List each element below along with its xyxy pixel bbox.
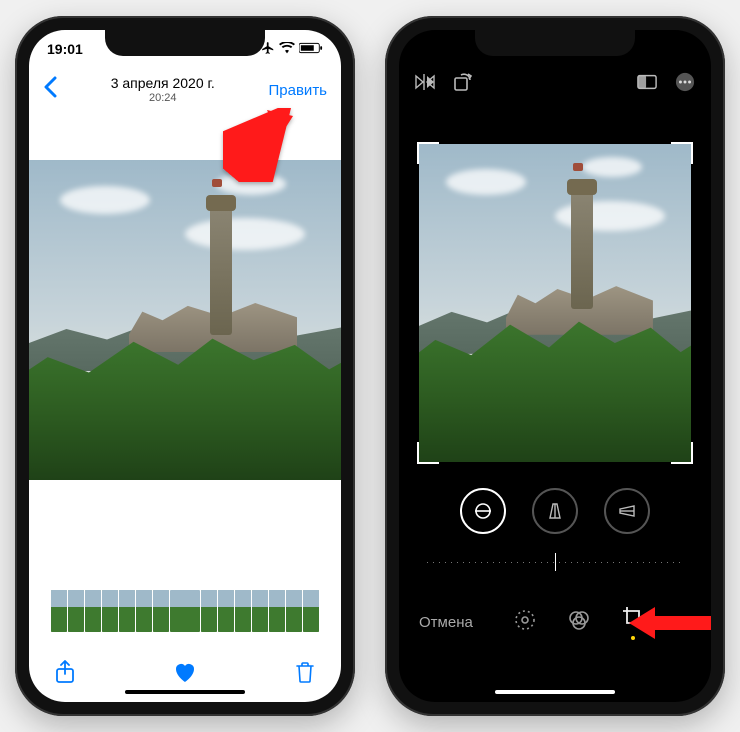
landscape-photo [29, 160, 341, 480]
left-phone: 19:01 3 апреля 2020 г. 20:24 [15, 16, 355, 716]
thumbnail[interactable] [303, 590, 319, 632]
editor-top-bar [399, 60, 711, 104]
filters-tab[interactable] [567, 608, 591, 636]
flip-horizontal-icon[interactable] [415, 72, 435, 92]
favorite-button[interactable] [173, 660, 197, 684]
thumbnail[interactable] [85, 590, 101, 632]
thumbnail[interactable] [51, 590, 67, 632]
thumbnail[interactable] [153, 590, 169, 632]
photo-time: 20:24 [111, 92, 215, 104]
landscape-photo [419, 144, 691, 462]
thumbnail[interactable] [102, 590, 118, 632]
perspective-buttons [399, 488, 711, 534]
edit-button[interactable]: Править [269, 82, 328, 99]
cancel-button[interactable]: Отмена [419, 614, 473, 631]
share-button[interactable] [53, 660, 77, 684]
crop-canvas[interactable] [419, 144, 691, 462]
wifi-icon [279, 41, 295, 57]
photo-display[interactable] [29, 160, 341, 480]
thumbnail[interactable] [68, 590, 84, 632]
photo-nav-bar: 3 апреля 2020 г. 20:24 Править [29, 68, 341, 112]
delete-button[interactable] [293, 660, 317, 684]
more-icon[interactable] [675, 72, 695, 92]
aspect-ratio-icon[interactable] [637, 72, 657, 92]
straighten-button[interactable] [460, 488, 506, 534]
status-icons [261, 41, 323, 58]
angle-ruler[interactable] [427, 550, 683, 574]
notch [475, 30, 635, 56]
notch [105, 30, 265, 56]
rotate-icon[interactable] [453, 72, 473, 92]
horizontal-perspective-button[interactable] [604, 488, 650, 534]
photo-date: 3 апреля 2020 г. [111, 76, 215, 91]
thumbnail[interactable] [235, 590, 251, 632]
crop-handle-tl[interactable] [417, 142, 439, 164]
thumbnail[interactable] [119, 590, 135, 632]
photo-viewer-screen: 19:01 3 апреля 2020 г. 20:24 [29, 30, 341, 702]
bottom-toolbar [29, 660, 341, 684]
vertical-perspective-button[interactable] [532, 488, 578, 534]
thumbnail[interactable] [201, 590, 217, 632]
thumbnail[interactable] [136, 590, 152, 632]
callout-arrow-crop [629, 603, 711, 648]
thumbnail[interactable] [269, 590, 285, 632]
thumbnail[interactable] [286, 590, 302, 632]
thumbnail-strip[interactable] [29, 590, 341, 632]
adjust-tab[interactable] [513, 608, 537, 636]
back-button[interactable] [43, 76, 57, 105]
callout-arrow-edit [223, 108, 293, 187]
thumbnail-selected[interactable] [170, 590, 200, 632]
photo-title: 3 апреля 2020 г. 20:24 [111, 76, 215, 103]
crop-handle-bl[interactable] [417, 442, 439, 464]
home-indicator[interactable] [495, 690, 615, 694]
editor-tool-tabs [513, 605, 645, 640]
crop-handle-tr[interactable] [671, 142, 693, 164]
battery-icon [299, 41, 323, 57]
status-time: 19:01 [47, 41, 83, 57]
thumbnail[interactable] [218, 590, 234, 632]
home-indicator[interactable] [125, 690, 245, 694]
thumbnail[interactable] [252, 590, 268, 632]
crop-handle-br[interactable] [671, 442, 693, 464]
right-phone: Отмена · [385, 16, 725, 716]
photo-editor-screen: Отмена · [399, 30, 711, 702]
